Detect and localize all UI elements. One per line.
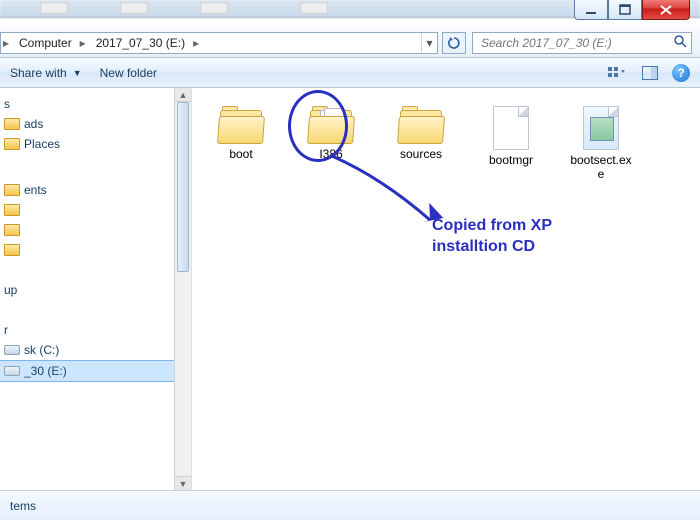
nav-item[interactable]: s — [0, 94, 191, 114]
scroll-up-button[interactable]: ▲ — [175, 88, 191, 102]
breadcrumb-history-dropdown[interactable]: ▾ — [421, 33, 437, 53]
item-label: boot — [210, 148, 272, 162]
nav-item-drive-c[interactable]: sk (C:) — [0, 340, 191, 360]
exe-icon — [583, 106, 619, 150]
status-text: tems — [10, 499, 36, 513]
breadcrumb-segment-computer[interactable]: Computer — [11, 33, 78, 53]
nav-item[interactable] — [0, 220, 191, 240]
chevron-right-icon[interactable]: ▸ — [1, 33, 11, 53]
chevron-right-icon[interactable]: ▸ — [78, 33, 88, 53]
scroll-thumb[interactable] — [177, 102, 189, 272]
explorer-body: s ads Places ents up r sk (C:) _30 (E:) … — [0, 88, 700, 490]
help-button[interactable]: ? — [672, 64, 690, 82]
folder-icon — [4, 244, 20, 256]
file-item-bootsect[interactable]: bootsect.exe — [570, 106, 632, 182]
help-icon: ? — [677, 66, 684, 80]
folder-item-sources[interactable]: sources — [390, 106, 452, 182]
nav-item[interactable]: ads — [0, 114, 191, 134]
close-button[interactable] — [642, 0, 690, 20]
scroll-down-button[interactable]: ▼ — [175, 476, 191, 490]
folder-open-icon — [308, 106, 354, 144]
folder-icon — [218, 106, 264, 144]
file-icon — [493, 106, 529, 150]
nav-item[interactable] — [0, 240, 191, 260]
folder-icon — [4, 138, 20, 150]
nav-item[interactable]: up — [0, 280, 191, 300]
window-caption-buttons — [574, 0, 690, 20]
chevron-right-icon[interactable]: ▸ — [191, 33, 201, 53]
folder-icon — [398, 106, 444, 144]
folder-item-boot[interactable]: boot — [210, 106, 272, 182]
maximize-button[interactable] — [608, 0, 642, 20]
nav-item-drive-e[interactable]: _30 (E:) — [0, 360, 191, 382]
view-options-button[interactable] — [604, 62, 628, 84]
status-bar: tems — [0, 490, 700, 520]
item-label: sources — [390, 148, 452, 162]
nav-item[interactable]: Places — [0, 134, 191, 154]
chevron-down-icon[interactable]: ▼ — [73, 68, 82, 78]
nav-scrollbar[interactable]: ▲ ▼ — [174, 88, 191, 490]
nav-item[interactable] — [0, 200, 191, 220]
folder-item-i386[interactable]: I386 — [300, 106, 362, 182]
item-label: bootsect.exe — [570, 154, 632, 182]
file-list-pane[interactable]: boot I386 sources bootmgr bootsect.exe — [192, 88, 700, 490]
address-bar: ▸ Computer ▸ 2017_07_30 (E:) ▸ ▾ — [0, 28, 700, 58]
refresh-button[interactable] — [442, 32, 466, 54]
file-item-bootmgr[interactable]: bootmgr — [480, 106, 542, 182]
drive-icon — [4, 366, 20, 376]
folder-icon — [4, 204, 20, 216]
folder-icon — [4, 184, 20, 196]
share-with-button[interactable]: Share with — [10, 66, 67, 80]
folder-icon — [4, 224, 20, 236]
command-bar: Share with ▼ New folder ? — [0, 58, 700, 88]
breadcrumb-segment-drive[interactable]: 2017_07_30 (E:) — [88, 33, 191, 53]
preview-pane-button[interactable] — [638, 62, 662, 84]
drive-icon — [4, 345, 20, 355]
nav-item[interactable]: ents — [0, 180, 191, 200]
minimize-button[interactable] — [574, 0, 608, 20]
folder-icon — [4, 118, 20, 130]
search-icon[interactable] — [673, 34, 687, 51]
item-label: I386 — [300, 148, 362, 162]
nav-item[interactable]: r — [0, 320, 191, 340]
search-box[interactable] — [472, 32, 692, 54]
navigation-pane[interactable]: s ads Places ents up r sk (C:) _30 (E:) … — [0, 88, 192, 490]
new-folder-button[interactable]: New folder — [100, 66, 157, 80]
search-input[interactable] — [477, 36, 673, 50]
item-label: bootmgr — [480, 154, 542, 168]
annotation-text: Copied from XP installtion CD — [432, 216, 552, 258]
breadcrumb[interactable]: ▸ Computer ▸ 2017_07_30 (E:) ▸ ▾ — [0, 32, 438, 54]
